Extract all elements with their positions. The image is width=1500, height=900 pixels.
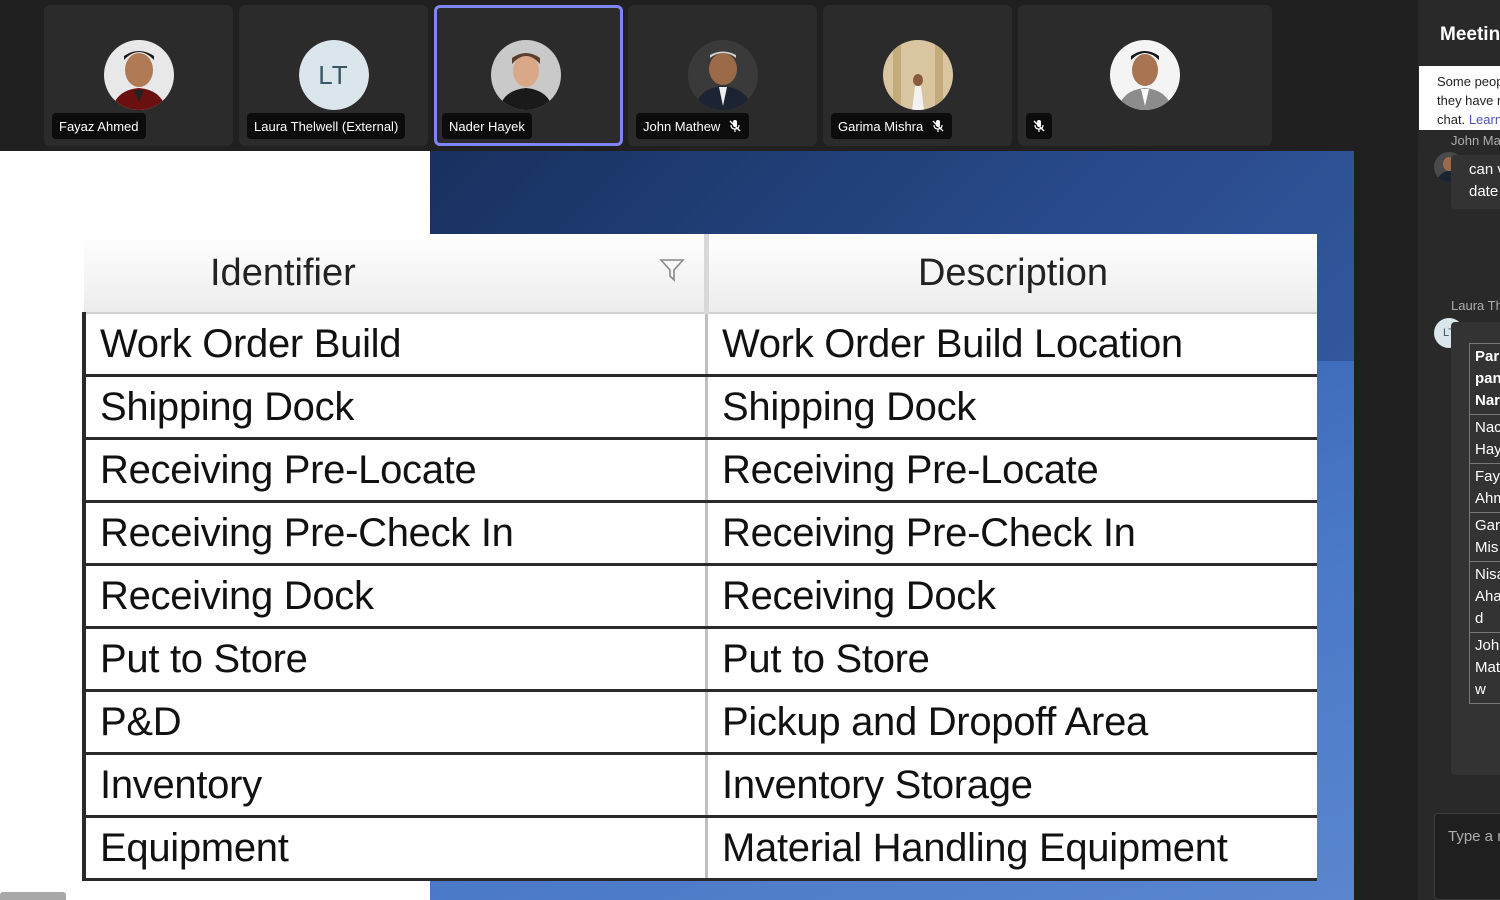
identifier-cell: Put to Store: [82, 627, 708, 692]
participant-cell: Nac Hay: [1469, 414, 1500, 464]
table-row[interactable]: Receiving Pre-Check In Receiving Pre-Chec…: [82, 501, 1317, 566]
table-row[interactable]: P&D Pickup and Dropoff Area: [82, 690, 1317, 755]
participant-nameplate: [1026, 113, 1052, 139]
table-row[interactable]: Equipment Material Handling Equipment: [82, 816, 1317, 881]
participant-tile-laura[interactable]: LT Laura Thelwell (External): [239, 5, 428, 146]
identifier-cell: Work Order Build: [82, 313, 708, 377]
mic-muted-icon: [1033, 120, 1045, 132]
description-cell: Pickup and Dropoff Area: [706, 690, 1317, 755]
table-row: Faya Ahm: [1469, 463, 1500, 513]
identifier-cell: Inventory: [82, 753, 708, 818]
mic-muted-icon: [932, 120, 944, 132]
participant-list-table: Par pan NarNac HayFaya AhmGari MisNisa A…: [1469, 343, 1500, 704]
avatar: [687, 40, 758, 110]
notice-line: Some peop: [1437, 74, 1500, 89]
participant-name: Garima Mishra: [838, 118, 924, 134]
participant-nameplate: John Mathew: [636, 113, 750, 139]
learn-more-link[interactable]: Learn: [1469, 112, 1500, 127]
identifier-cell: Receiving Dock: [82, 564, 708, 629]
avatar: [1110, 40, 1180, 110]
scroll-handle[interactable]: [0, 892, 66, 900]
participant-nameplate: Laura Thelwell (External): [247, 113, 406, 139]
table-row: Gari Mis: [1469, 512, 1500, 562]
table-row[interactable]: Receiving Pre-Locate Receiving Pre-Locate: [82, 438, 1317, 503]
column-header-label: Identifier: [210, 251, 356, 294]
location-table: Identifier Description Work Order Build W…: [82, 234, 1317, 881]
identifier-cell: Shipping Dock: [82, 375, 708, 440]
identifier-cell: Receiving Pre-Check In: [82, 501, 708, 566]
notice-line: chat.: [1437, 112, 1466, 127]
message-line: date: [1469, 183, 1499, 200]
description-cell: Shipping Dock: [706, 375, 1317, 440]
notice-line: they have r: [1437, 93, 1500, 108]
participant-nameplate: Nader Hayek: [442, 113, 532, 139]
participant-name: Laura Thelwell (External): [254, 118, 399, 134]
description-cell: Inventory Storage: [706, 753, 1317, 818]
mic-muted-icon: [729, 120, 741, 132]
table-row: Nac Hay: [1469, 414, 1500, 464]
description-cell: Receiving Pre-Locate: [706, 438, 1317, 503]
message-sender: Laura Th: [1451, 298, 1500, 313]
participant-tile-nader[interactable]: Nader Hayek: [434, 5, 623, 146]
identifier-cell: P&D: [82, 690, 708, 755]
chat-message[interactable]: can v date: [1451, 155, 1500, 209]
participant-nameplate: Garima Mishra: [831, 113, 953, 139]
participant-name: John Mathew: [643, 118, 721, 134]
description-cell: Work Order Build Location: [706, 313, 1317, 377]
column-header-description[interactable]: Description: [706, 234, 1317, 314]
participant-cell: Gari Mis: [1469, 512, 1500, 562]
avatar: LT: [298, 40, 369, 110]
description-cell: Put to Store: [706, 627, 1317, 692]
avatar: [490, 40, 561, 110]
column-header-identifier[interactable]: Identifier: [84, 234, 709, 314]
participant-name: Fayaz Ahmed: [59, 118, 139, 134]
avatar: [103, 40, 174, 110]
table-row: Par pan Nar: [1469, 343, 1500, 415]
table-row[interactable]: Inventory Inventory Storage: [82, 753, 1317, 818]
table-row: John Mat w: [1469, 632, 1500, 704]
panel-title: Meetin: [1440, 24, 1500, 45]
participant-name: Nader Hayek: [449, 118, 525, 134]
participant-tile-fayaz[interactable]: Fayaz Ahmed: [44, 5, 233, 146]
table-row[interactable]: Receiving Dock Receiving Dock: [82, 564, 1317, 629]
column-header-label: Description: [917, 251, 1109, 294]
identifier-cell: Receiving Pre-Locate: [82, 438, 708, 503]
participant-cell: John Mat w: [1469, 632, 1500, 704]
participant-tile-garima[interactable]: Garima Mishra: [823, 5, 1012, 146]
shared-screen: Identifier Description Work Order Build W…: [0, 151, 1354, 900]
table-row: Nisa Aha d: [1469, 561, 1500, 633]
compose-box[interactable]: Type a r: [1434, 813, 1500, 900]
identifier-cell: Equipment: [82, 816, 708, 881]
table-row[interactable]: Work Order Build Work Order Build Locatio…: [82, 313, 1317, 377]
description-cell: Material Handling Equipment: [706, 816, 1317, 881]
table-header-row: Identifier Description: [84, 234, 1317, 314]
participant-cell: Nisa Aha d: [1469, 561, 1500, 633]
participant-strip: Fayaz Ahmed LT Laura Thelwell (External)…: [0, 0, 1418, 151]
table-row[interactable]: Shipping Dock Shipping Dock: [82, 375, 1317, 440]
participant-cell: Faya Ahm: [1469, 463, 1500, 513]
chat-notice: Some peop they have r chat. Learn: [1419, 66, 1500, 130]
message-sender: John Ma: [1451, 133, 1500, 148]
participant-nameplate: Fayaz Ahmed: [52, 113, 146, 139]
participant-tile-unnamed[interactable]: [1018, 5, 1272, 146]
message-line: can v: [1469, 161, 1500, 178]
participant-cell: Par pan Nar: [1469, 343, 1500, 415]
description-cell: Receiving Pre-Check In: [706, 501, 1317, 566]
avatar: [882, 40, 953, 110]
table-row[interactable]: Put to Store Put to Store: [82, 627, 1317, 692]
participant-tile-john[interactable]: John Mathew: [628, 5, 817, 146]
description-cell: Receiving Dock: [706, 564, 1317, 629]
filter-icon[interactable]: [658, 256, 686, 284]
avatar-initials: LT: [298, 40, 369, 110]
